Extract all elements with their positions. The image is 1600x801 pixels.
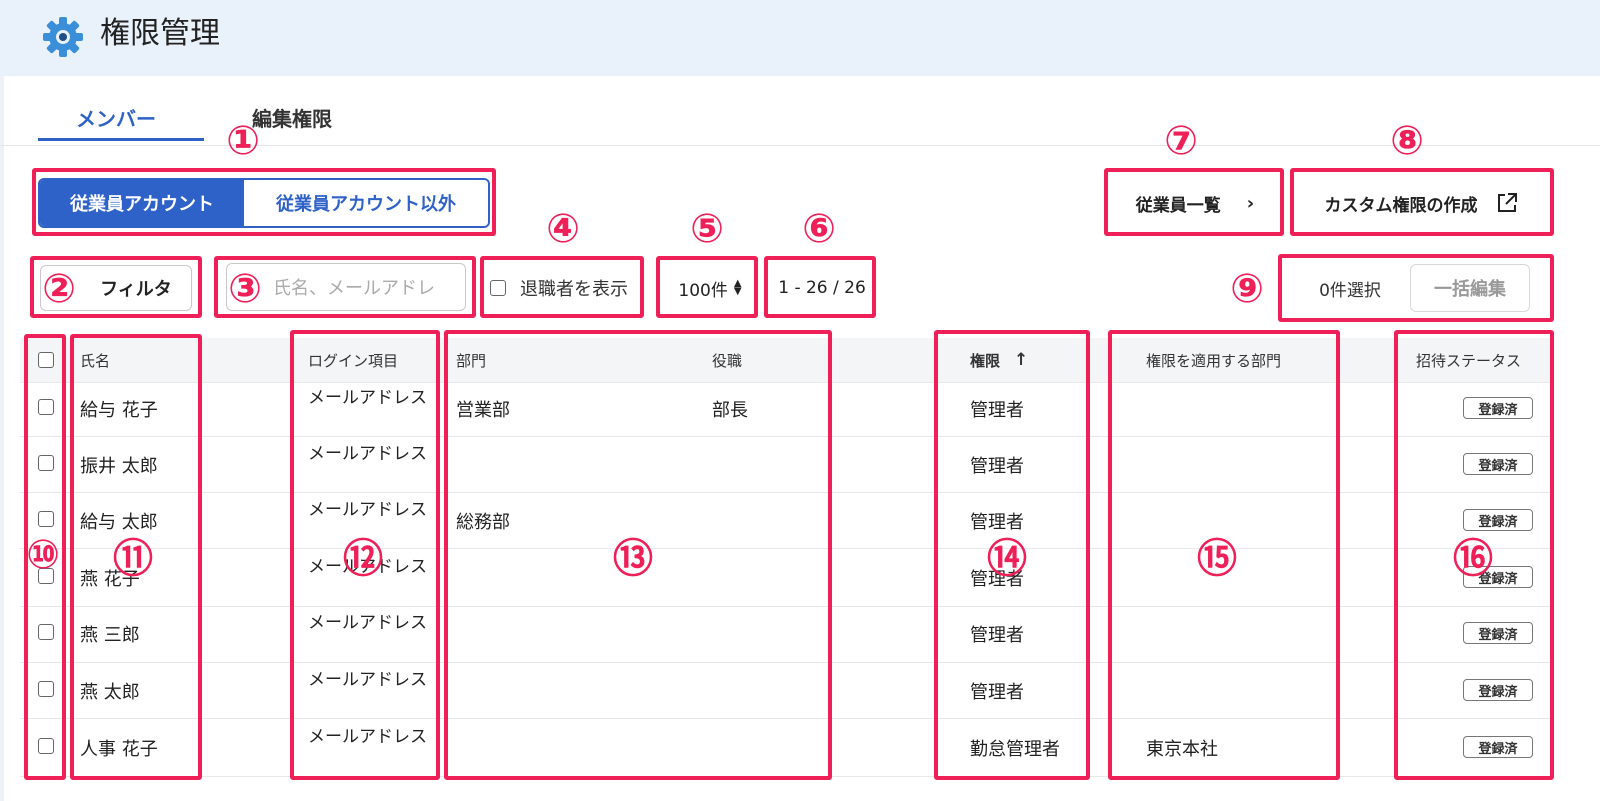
annotation-number-8: ⑧ xyxy=(1390,118,1424,164)
left-edge xyxy=(0,76,4,801)
annotation-number-11: ⑪ xyxy=(113,536,153,582)
annotation-number-6: ⑥ xyxy=(802,206,836,252)
annotation-number-10: ⑩ xyxy=(26,532,60,578)
annotation-box-6 xyxy=(764,256,876,318)
tab-members[interactable]: メンバー xyxy=(76,106,156,132)
annotation-box-8 xyxy=(1290,168,1554,236)
annotation-number-16: ⑯ xyxy=(1453,536,1493,582)
annotation-number-12: ⑫ xyxy=(343,536,383,582)
annotation-number-7: ⑦ xyxy=(1164,118,1198,164)
annotation-number-14: ⑭ xyxy=(987,536,1027,582)
annotation-box-5 xyxy=(656,256,758,318)
annotation-box-9 xyxy=(1278,254,1554,322)
annotation-box-4 xyxy=(480,256,644,318)
annotation-number-13: ⑬ xyxy=(613,536,653,582)
annotation-box-1 xyxy=(32,168,496,236)
annotation-number-4: ④ xyxy=(546,206,580,252)
page-title: 権限管理 xyxy=(100,16,220,51)
annotation-box-7 xyxy=(1104,168,1284,236)
annotation-number-5: ⑤ xyxy=(690,206,724,252)
annotation-number-1: ① xyxy=(226,118,260,164)
annotation-number-3: ③ xyxy=(228,266,262,312)
annotation-number-15: ⑮ xyxy=(1197,536,1237,582)
annotation-number-9: ⑨ xyxy=(1230,266,1264,312)
tab-active-indicator xyxy=(38,138,204,141)
page-header: 権限管理 xyxy=(0,0,1600,76)
gear-icon xyxy=(43,17,83,57)
annotation-number-2: ② xyxy=(42,266,76,312)
